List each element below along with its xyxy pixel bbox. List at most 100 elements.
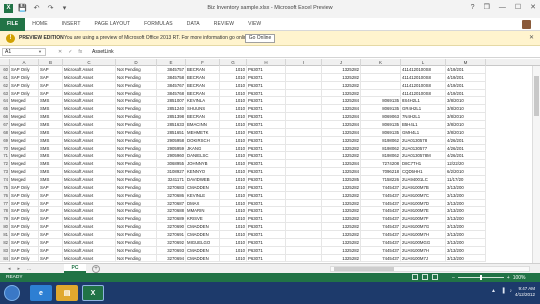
table-cell[interactable]: 2UA0130577 — [401, 144, 446, 153]
table-cell[interactable]: Microsoft Asset — [63, 246, 116, 255]
table-cell[interactable]: 2UA9100M7E — [401, 207, 446, 216]
table-cell[interactable]: 1325282 — [322, 223, 361, 232]
table-cell[interactable]: Microsoft Asset — [63, 183, 116, 192]
table-cell[interactable]: Merged — [10, 136, 39, 145]
table-cell[interactable]: 2UA9100M7J — [401, 254, 446, 263]
row-header[interactable]: 66 — [0, 113, 10, 122]
table-cell[interactable]: MEHMETK — [186, 128, 220, 137]
tab-review[interactable]: REVIEW — [207, 18, 241, 31]
table-cell[interactable] — [286, 238, 322, 247]
table-cell[interactable]: Not Pending — [116, 128, 157, 137]
column-header[interactable]: B — [39, 59, 63, 66]
table-cell[interactable]: Not Pending — [116, 223, 157, 232]
table-cell[interactable]: 3270694 — [157, 254, 186, 263]
insert-function-icon[interactable]: fx — [78, 48, 82, 56]
table-cell[interactable]: BMACINN — [186, 121, 220, 129]
table-cell[interactable] — [286, 121, 322, 129]
tab-view[interactable]: VIEW — [241, 18, 268, 31]
table-cell[interactable]: Not Pending — [116, 254, 157, 263]
table-cell[interactable]: KEVINLA — [186, 97, 220, 106]
table-cell[interactable]: P63071 — [247, 168, 286, 177]
table-cell[interactable]: SAP Only — [10, 238, 39, 247]
table-cell[interactable]: P63071 — [247, 81, 286, 90]
row-header[interactable]: 83 — [0, 246, 10, 255]
table-cell[interactable]: P63071 — [247, 238, 286, 247]
formula-input[interactable]: AssetLink — [92, 48, 114, 56]
table-cell[interactable]: P63071 — [247, 215, 286, 224]
table-cell[interactable]: P63071 — [247, 73, 286, 82]
table-cell[interactable]: 4114120100S8 — [401, 81, 446, 90]
table-cell[interactable]: 3270689 — [157, 215, 186, 224]
table-cell[interactable]: SAP — [39, 238, 63, 247]
table-cell[interactable]: KEVINLE — [186, 191, 220, 200]
table-cell[interactable]: SAP Only — [10, 191, 39, 200]
zoom-level[interactable]: 100% — [513, 275, 526, 281]
table-cell[interactable]: 1010 — [220, 254, 247, 263]
table-cell[interactable]: SAP — [39, 231, 63, 239]
table-cell[interactable]: 3845758 — [157, 73, 186, 82]
table-cell[interactable]: 3/13/200 — [446, 207, 486, 216]
table-cell[interactable]: SMS — [39, 128, 63, 137]
table-cell[interactable] — [286, 81, 322, 90]
table-cell[interactable]: 1010 — [220, 121, 247, 129]
table-cell[interactable]: BECRAN — [186, 66, 220, 74]
tab-page-layout[interactable]: PAGE LAYOUT — [88, 18, 138, 31]
table-cell[interactable]: SAP Only — [10, 73, 39, 82]
table-cell[interactable]: 2905960 — [157, 152, 186, 161]
table-cell[interactable]: 3/8/2010 — [446, 128, 486, 137]
table-cell[interactable]: 2851398 — [157, 113, 186, 122]
table-cell[interactable]: 1325282 — [322, 183, 361, 192]
table-cell[interactable]: 3/13/200 — [446, 191, 486, 200]
table-cell[interactable]: SAP Only — [10, 66, 39, 74]
row-header[interactable]: 70 — [0, 144, 10, 153]
table-cell[interactable]: 3270692 — [157, 238, 186, 247]
table-cell[interactable]: 7445437 — [361, 191, 401, 200]
table-cell[interactable]: P63071 — [247, 66, 286, 74]
table-cell[interactable]: CMADDEN — [186, 223, 220, 232]
zoom-out-button[interactable]: – — [452, 275, 455, 281]
table-cell[interactable]: Not Pending — [116, 207, 157, 216]
table-cell[interactable]: Microsoft Asset — [63, 121, 116, 129]
table-cell[interactable]: SAP — [39, 191, 63, 200]
table-cell[interactable]: 3845768 — [157, 89, 186, 98]
table-cell[interactable]: 4/19/201 — [446, 81, 486, 90]
table-cell[interactable]: Microsoft Asset — [63, 231, 116, 239]
table-cell[interactable]: 2851007 — [157, 97, 186, 106]
close-icon[interactable]: ✕ — [530, 4, 536, 12]
table-cell[interactable]: P63071 — [247, 231, 286, 239]
table-cell[interactable]: SAP — [39, 183, 63, 192]
table-cell[interactable]: 3845757 — [157, 66, 186, 74]
table-cell[interactable] — [286, 89, 322, 98]
table-cell[interactable]: 1325282 — [322, 89, 361, 98]
table-cell[interactable]: 1325282 — [322, 199, 361, 208]
table-cell[interactable]: 8198062 — [361, 152, 401, 161]
table-cell[interactable] — [286, 183, 322, 192]
table-cell[interactable]: 3/13/200 — [446, 231, 486, 239]
table-cell[interactable]: 1010 — [220, 191, 247, 200]
table-cell[interactable]: KENNYO — [186, 168, 220, 177]
table-cell[interactable]: 1325282 — [322, 191, 361, 200]
table-cell[interactable]: 1010 — [220, 207, 247, 216]
table-cell[interactable]: Not Pending — [116, 89, 157, 98]
table-cell[interactable]: 2UA9100M7G — [401, 223, 446, 232]
add-sheet-icon[interactable]: + — [92, 265, 100, 273]
table-cell[interactable]: 3270693 — [157, 246, 186, 255]
table-cell[interactable]: 1010 — [220, 183, 247, 192]
row-header[interactable]: 67 — [0, 121, 10, 129]
table-cell[interactable]: Microsoft Asset — [63, 215, 116, 224]
more-sheets-icon[interactable]: ... — [27, 265, 31, 273]
table-cell[interactable]: 7445437 — [361, 183, 401, 192]
table-cell[interactable]: 1010 — [220, 168, 247, 177]
table-cell[interactable]: Microsoft Asset — [63, 238, 116, 247]
table-cell[interactable]: SAP Only — [10, 81, 39, 90]
table-cell[interactable] — [286, 160, 322, 169]
table-cell[interactable]: Microsoft Asset — [63, 97, 116, 106]
table-cell[interactable]: 1325282 — [322, 207, 361, 216]
table-cell[interactable]: 3270690 — [157, 223, 186, 232]
table-cell[interactable]: 8069135 — [361, 97, 401, 106]
row-header[interactable]: 65 — [0, 105, 10, 114]
table-cell[interactable]: 8069135 — [361, 105, 401, 114]
table-cell[interactable]: 1010 — [220, 81, 247, 90]
table-cell[interactable]: 3/13/200 — [446, 246, 486, 255]
table-cell[interactable]: 2UA9100M7H — [401, 231, 446, 239]
